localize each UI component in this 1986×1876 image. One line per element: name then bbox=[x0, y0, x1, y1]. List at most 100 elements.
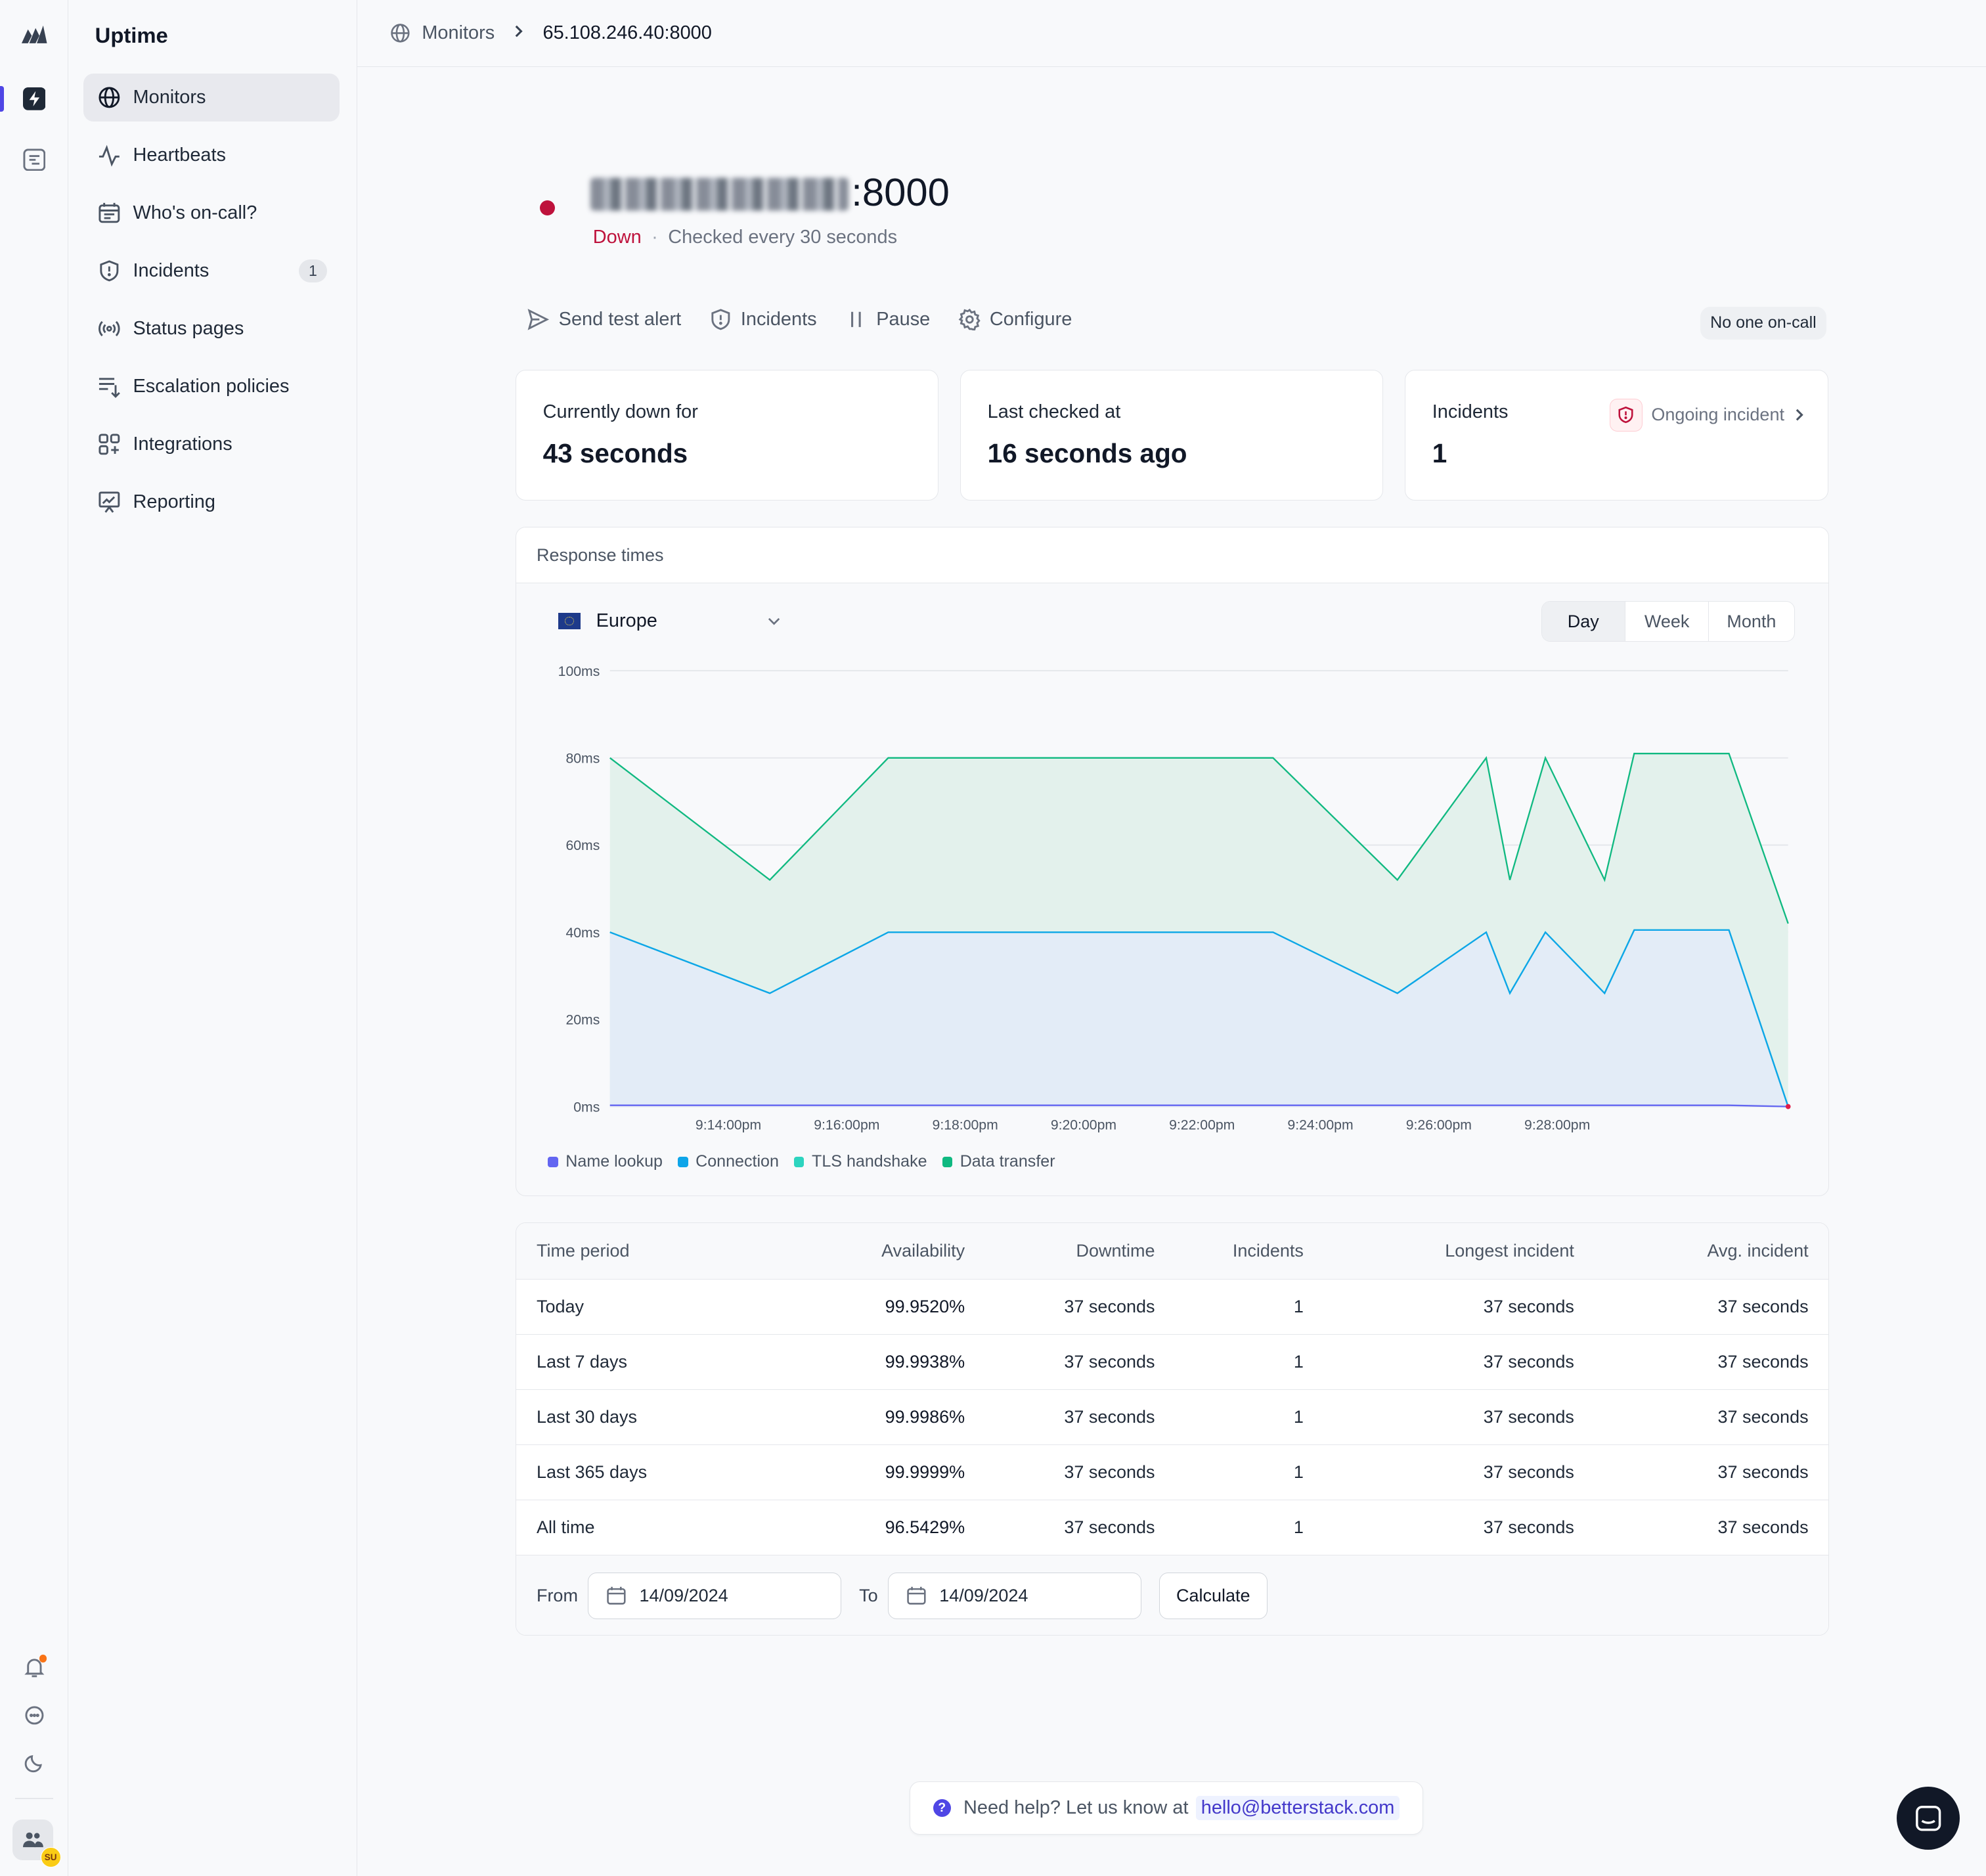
response-time-chart: 0ms 20ms 40ms 60ms 80ms 100ms 9:14:00pm 9:16:00… bbox=[516, 654, 1828, 1161]
status-indicator-dot bbox=[539, 200, 555, 215]
oncall-badge[interactable]: No one on-call bbox=[1700, 306, 1827, 340]
incidents-count-badge: 1 bbox=[299, 259, 327, 282]
table-cell: 37 seconds bbox=[1303, 1389, 1574, 1446]
x-tick-label: 9:28:00pm bbox=[1524, 1118, 1590, 1133]
sidebar-item-label: Integrations bbox=[133, 433, 232, 455]
support-chat-button[interactable] bbox=[1896, 1786, 1960, 1850]
breadcrumb-monitors[interactable]: Monitors bbox=[390, 22, 495, 44]
legend-item[interactable]: Data transfer bbox=[942, 1152, 1055, 1171]
x-tick-label: 9:20:00pm bbox=[1051, 1118, 1116, 1133]
sidebar-item-status-pages[interactable]: Status pages bbox=[83, 305, 340, 353]
x-tick-label: 9:24:00pm bbox=[1288, 1118, 1354, 1133]
send-test-alert-label: Send test alert bbox=[558, 308, 682, 330]
column-header: Avg. incident bbox=[1574, 1223, 1829, 1280]
configure-label: Configure bbox=[989, 308, 1072, 330]
table-row: Last 365 days 99.9999% 37 seconds 1 37 secon… bbox=[516, 1444, 1829, 1501]
to-date-value: 14/09/2024 bbox=[939, 1586, 1028, 1606]
check-interval: Checked every 30 seconds bbox=[668, 227, 898, 248]
chat-bubble-icon[interactable] bbox=[16, 1698, 52, 1733]
sidebar-item-monitors[interactable]: Monitors bbox=[83, 73, 340, 122]
breadcrumb-current: 65.108.246.40:8000 bbox=[542, 22, 712, 44]
globe-icon bbox=[390, 23, 410, 43]
table-cell: 37 seconds bbox=[1574, 1500, 1829, 1556]
sidebar-item-escalation-policies[interactable]: Escalation policies bbox=[83, 363, 340, 411]
last-point-marker bbox=[1785, 1104, 1791, 1109]
sidebar-item-integrations[interactable]: Integrations bbox=[83, 420, 340, 468]
column-header: Incidents bbox=[1155, 1223, 1304, 1280]
uptime-app-icon[interactable] bbox=[16, 81, 52, 116]
table-cell: 1 bbox=[1155, 1334, 1304, 1391]
breadcrumb: Monitors 65.108.246.40:8000 bbox=[357, 0, 1986, 68]
legend-label: TLS handshake bbox=[812, 1152, 927, 1171]
range-week-button[interactable]: Week bbox=[1625, 602, 1710, 642]
table-cell: 37 seconds bbox=[965, 1500, 1155, 1556]
to-date-input[interactable]: 14/09/2024 bbox=[888, 1572, 1141, 1620]
legend-item[interactable]: Connection bbox=[678, 1152, 779, 1171]
currently-down-card: Currently down for 43 seconds bbox=[516, 370, 939, 501]
column-header: Availability bbox=[789, 1223, 965, 1280]
logo-icon[interactable] bbox=[16, 16, 52, 52]
monitor-status-line: Down · Checked every 30 seconds bbox=[593, 227, 897, 248]
ongoing-incident-link[interactable]: Ongoing incident bbox=[1609, 398, 1805, 432]
sidebar-item-whos-on-call[interactable]: Who's on-call? bbox=[83, 189, 340, 237]
incidents-label: Incidents bbox=[740, 308, 817, 330]
sidebar-item-label: Incidents bbox=[133, 259, 210, 281]
table-header-row: Time period Availability Downtime Incidents… bbox=[516, 1223, 1829, 1280]
rail-active-indicator bbox=[0, 86, 4, 112]
table-cell: 37 seconds bbox=[1574, 1444, 1829, 1501]
notification-dot bbox=[39, 1655, 47, 1663]
x-tick-label: 9:16:00pm bbox=[814, 1118, 879, 1133]
column-header: Downtime bbox=[965, 1223, 1155, 1280]
availability-table-card: Time period Availability Downtime Incidents… bbox=[516, 1222, 1830, 1636]
broadcast-icon bbox=[97, 316, 122, 342]
sidebar-item-reporting[interactable]: Reporting bbox=[83, 478, 340, 526]
response-time-chart-svg: 0ms 20ms 40ms 60ms 80ms 100ms 9:14:00pm 9:16:00… bbox=[558, 664, 1791, 1133]
table-cell: 1 bbox=[1155, 1279, 1304, 1335]
calculate-button[interactable]: Calculate bbox=[1158, 1572, 1268, 1620]
incidents-card: Incidents Ongoing incident 1 bbox=[1405, 370, 1828, 501]
table-cell: 96.5429% bbox=[789, 1500, 965, 1556]
from-date-input[interactable]: 14/09/2024 bbox=[588, 1572, 842, 1620]
y-tick-label: 0ms bbox=[573, 1100, 600, 1115]
sidebar-title: Uptime bbox=[95, 22, 168, 47]
rail-divider bbox=[15, 1798, 53, 1800]
logs-app-icon[interactable] bbox=[16, 142, 52, 177]
team-avatar[interactable]: SU bbox=[12, 1820, 61, 1868]
last-checked-card: Last checked at 16 seconds ago bbox=[960, 370, 1384, 501]
table-cell: 37 seconds bbox=[1574, 1279, 1829, 1335]
response-times-panel: Response times Europe Day Week Month 0ms… bbox=[516, 527, 1830, 1196]
legend-item[interactable]: Name lookup bbox=[548, 1152, 663, 1171]
send-test-alert-button[interactable]: Send test alert bbox=[527, 308, 681, 331]
sidebar-item-label: Reporting bbox=[133, 491, 215, 512]
table-cell: Last 365 days bbox=[516, 1444, 790, 1501]
pause-button[interactable]: Pause bbox=[845, 308, 930, 331]
table-cell: Last 30 days bbox=[516, 1389, 790, 1446]
help-question-icon: ? bbox=[933, 1799, 951, 1818]
pause-icon bbox=[845, 308, 868, 331]
dark-mode-moon-icon[interactable] bbox=[16, 1745, 52, 1780]
x-tick-label: 9:22:00pm bbox=[1169, 1118, 1235, 1133]
legend-label: Connection bbox=[695, 1152, 779, 1171]
notifications-bell-icon[interactable] bbox=[16, 1650, 52, 1686]
configure-button[interactable]: Configure bbox=[958, 308, 1072, 331]
sidebar-item-heartbeats[interactable]: Heartbeats bbox=[83, 131, 340, 179]
table-cell: 37 seconds bbox=[965, 1279, 1155, 1335]
y-tick-label: 100ms bbox=[558, 664, 600, 679]
region-select[interactable]: Europe bbox=[558, 610, 782, 632]
pause-label: Pause bbox=[876, 308, 931, 330]
presentation-icon bbox=[97, 489, 122, 515]
y-tick-label: 60ms bbox=[566, 839, 600, 854]
range-day-button[interactable]: Day bbox=[1541, 602, 1625, 642]
legend-item[interactable]: TLS handshake bbox=[794, 1152, 927, 1171]
send-icon bbox=[527, 308, 550, 331]
card-label: Incidents bbox=[1432, 401, 1509, 422]
table-cell: Today bbox=[516, 1279, 790, 1335]
column-header: Time period bbox=[516, 1223, 790, 1280]
legend-swatch bbox=[548, 1157, 558, 1167]
range-month-button[interactable]: Month bbox=[1709, 602, 1794, 641]
incidents-button[interactable]: Incidents bbox=[709, 308, 817, 331]
card-value: 16 seconds ago bbox=[987, 437, 1187, 468]
sidebar-item-incidents[interactable]: Incidents 1 bbox=[83, 247, 340, 295]
sidebar-item-label: Escalation policies bbox=[133, 375, 290, 397]
help-email-link[interactable]: hello@betterstack.com bbox=[1196, 1796, 1400, 1821]
